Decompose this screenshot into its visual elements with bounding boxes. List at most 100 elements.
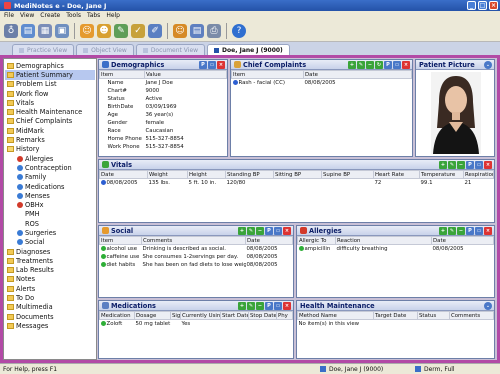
- expand-icon[interactable]: ▭: [274, 227, 282, 235]
- remove-icon[interactable]: −: [366, 61, 374, 69]
- column-header[interactable]: Date: [99, 170, 148, 179]
- sidebar-item[interactable]: Work flow: [5, 89, 95, 98]
- close-panel-icon[interactable]: ×: [402, 61, 410, 69]
- column-header[interactable]: Start Date: [220, 311, 249, 320]
- add-icon[interactable]: +: [439, 161, 447, 169]
- column-header[interactable]: Comments: [449, 311, 494, 320]
- print-icon[interactable]: ⎙: [207, 23, 221, 38]
- sidebar-item[interactable]: Patient Summary: [5, 70, 95, 80]
- tab-object-view[interactable]: Object View: [76, 44, 134, 55]
- column-header[interactable]: Status: [417, 311, 450, 320]
- sidebar-item[interactable]: Surgeries: [5, 228, 95, 237]
- sidebar-item[interactable]: Social: [5, 238, 95, 247]
- sidebar-item[interactable]: ROS: [5, 219, 95, 228]
- sidebar-item[interactable]: Multimedia: [5, 303, 95, 312]
- close-panel-icon[interactable]: ×: [484, 161, 492, 169]
- sidebar-item[interactable]: Vitals: [5, 98, 95, 107]
- menu-tabs[interactable]: Tabs: [87, 12, 100, 19]
- add-icon[interactable]: +: [439, 227, 447, 235]
- column-header[interactable]: Allergic To: [297, 236, 336, 245]
- edit-icon[interactable]: ✎: [357, 61, 365, 69]
- table-row[interactable]: ampicillin difficulty breathing 08/08/2005: [298, 245, 494, 253]
- folder-icon[interactable]: ▤: [21, 23, 35, 38]
- table-row[interactable]: Race Caucasian: [100, 127, 227, 135]
- menu-view[interactable]: View: [20, 12, 34, 19]
- view-icon[interactable]: P: [466, 161, 474, 169]
- column-header[interactable]: Date: [303, 70, 412, 79]
- tab-practice-view[interactable]: Practice View: [12, 44, 75, 55]
- column-header[interactable]: Value: [144, 70, 227, 79]
- sidebar-item[interactable]: MidMark: [5, 126, 95, 135]
- sidebar-item[interactable]: Lab Results: [5, 266, 95, 275]
- user-icon[interactable]: ☺: [80, 23, 94, 38]
- column-header[interactable]: Respiration: [463, 170, 494, 179]
- remove-icon[interactable]: −: [457, 227, 465, 235]
- collapse-icon[interactable]: ⌄: [484, 61, 492, 69]
- table-row[interactable]: Status Active: [100, 95, 227, 103]
- notes-icon[interactable]: ▤: [190, 23, 204, 38]
- view-icon[interactable]: P: [265, 227, 273, 235]
- menu-create[interactable]: Create: [40, 12, 60, 19]
- column-header[interactable]: Phy: [276, 311, 293, 320]
- close-panel-icon[interactable]: ×: [283, 227, 291, 235]
- add-icon[interactable]: +: [238, 302, 246, 310]
- clipboard-icon[interactable]: ▣: [55, 23, 69, 38]
- table-row[interactable]: BirthDate 03/09/1969: [100, 103, 227, 111]
- minimize-button[interactable]: _: [467, 1, 476, 10]
- sidebar-item[interactable]: To Do: [5, 293, 95, 302]
- column-header[interactable]: Weight: [147, 170, 188, 179]
- checklist-icon[interactable]: ✓: [131, 23, 145, 38]
- table-row[interactable]: diet habits She has been on fad diets to …: [100, 261, 293, 269]
- close-panel-icon[interactable]: ×: [283, 302, 291, 310]
- sidebar-item[interactable]: Diagnoses: [5, 247, 95, 256]
- sidebar-item[interactable]: Alerts: [5, 284, 95, 293]
- users-icon[interactable]: ☻: [97, 23, 111, 38]
- column-header[interactable]: Sig: [170, 311, 181, 320]
- person-icon[interactable]: ☺: [173, 23, 187, 38]
- sidebar-item[interactable]: Health Maintenance: [5, 107, 95, 116]
- column-header[interactable]: Comments: [141, 236, 246, 245]
- column-header[interactable]: Sitting BP: [273, 170, 322, 179]
- sidebar-item[interactable]: Allergies: [5, 154, 95, 163]
- document-icon[interactable]: ▦: [38, 23, 52, 38]
- table-row[interactable]: Home Phone 515-327-8854: [100, 135, 227, 143]
- help-icon[interactable]: ?: [232, 23, 246, 38]
- table-row[interactable]: alcohol use Drinking is described as soci…: [100, 245, 293, 253]
- edit-icon[interactable]: ✐: [148, 23, 162, 38]
- sidebar-item[interactable]: Documents: [5, 312, 95, 321]
- edit-icon[interactable]: ✎: [247, 227, 255, 235]
- sidebar-item[interactable]: History: [5, 145, 95, 154]
- column-header[interactable]: Medication: [99, 311, 135, 320]
- sidebar-item[interactable]: Chief Complaints: [5, 117, 95, 126]
- column-header[interactable]: Target Date: [373, 311, 418, 320]
- close-panel-icon[interactable]: ×: [217, 61, 225, 69]
- collapse-icon[interactable]: ⌄: [484, 302, 492, 310]
- edit-icon[interactable]: ✎: [247, 302, 255, 310]
- column-header[interactable]: Temperature: [419, 170, 464, 179]
- column-header[interactable]: Date: [245, 236, 293, 245]
- column-header[interactable]: Item: [231, 70, 304, 79]
- table-row[interactable]: Gender female: [100, 119, 227, 127]
- sidebar-item[interactable]: Medications: [5, 182, 95, 191]
- column-header[interactable]: Dosage: [134, 311, 171, 320]
- add-icon[interactable]: +: [238, 227, 246, 235]
- maximize-button[interactable]: □: [478, 1, 487, 10]
- column-header[interactable]: Supine BP: [321, 170, 374, 179]
- table-row[interactable]: 08/08/2005 135 lbs. 5 ft. 10 in. 120/80 72 99…: [100, 179, 494, 187]
- sidebar-item[interactable]: Menses: [5, 191, 95, 200]
- sidebar-item[interactable]: Treatments: [5, 256, 95, 265]
- expand-icon[interactable]: ▭: [274, 302, 282, 310]
- table-row[interactable]: Age 36 year(s): [100, 111, 227, 119]
- expand-icon[interactable]: ▭: [475, 227, 483, 235]
- table-row[interactable]: caffeine use She consumes 1-2servings per…: [100, 253, 293, 261]
- sidebar-item[interactable]: PMH: [5, 210, 95, 219]
- sidebar-item[interactable]: OBHx: [5, 200, 95, 209]
- refresh-icon[interactable]: ↻: [375, 61, 383, 69]
- column-header[interactable]: Height: [187, 170, 226, 179]
- stethoscope-icon[interactable]: ♁: [4, 23, 18, 38]
- add-icon[interactable]: +: [348, 61, 356, 69]
- view-icon[interactable]: P: [199, 61, 207, 69]
- view-icon[interactable]: P: [265, 302, 273, 310]
- view-icon[interactable]: P: [384, 61, 392, 69]
- table-row[interactable]: Work Phone 515-327-8854: [100, 143, 227, 151]
